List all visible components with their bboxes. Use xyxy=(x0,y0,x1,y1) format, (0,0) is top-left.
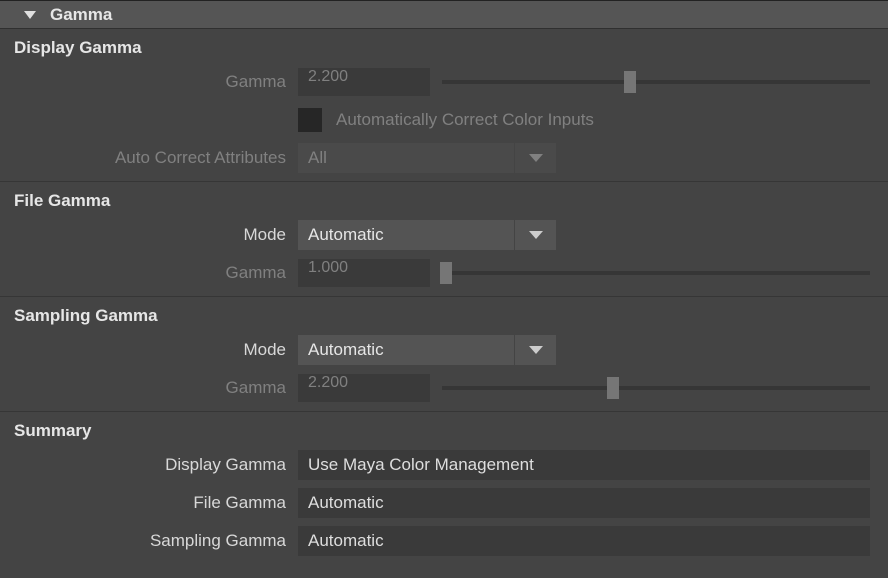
auto-correct-attrs-label: Auto Correct Attributes xyxy=(0,148,298,168)
summary-display-value: Use Maya Color Management xyxy=(298,450,870,480)
chevron-down-icon xyxy=(529,231,543,239)
file-gamma-mode-label: Mode xyxy=(0,225,298,245)
slider-thumb[interactable] xyxy=(607,377,619,399)
slider-thumb[interactable] xyxy=(624,71,636,93)
dropdown-button[interactable] xyxy=(514,335,556,365)
gamma-section-header[interactable]: Gamma xyxy=(0,0,888,29)
section-title: Gamma xyxy=(50,5,112,25)
display-gamma-slider[interactable] xyxy=(442,68,870,96)
chevron-down-icon xyxy=(24,11,36,19)
file-gamma-slider[interactable] xyxy=(442,259,870,287)
file-gamma-mode-row: Mode Automatic xyxy=(0,216,888,254)
dropdown-value: Automatic xyxy=(308,340,514,360)
auto-correct-checkbox-label: Automatically Correct Color Inputs xyxy=(336,110,594,130)
summary-file-row: File Gamma Automatic xyxy=(0,484,888,522)
sampling-gamma-mode-dropdown[interactable]: Automatic xyxy=(298,335,556,365)
sampling-gamma-group-label: Sampling Gamma xyxy=(0,297,888,331)
slider-track xyxy=(442,386,870,390)
summary-sampling-row: Sampling Gamma Automatic xyxy=(0,522,888,560)
dropdown-value: Automatic xyxy=(308,225,514,245)
sampling-gamma-gamma-row: Gamma 2.200 xyxy=(0,369,888,407)
slider-track xyxy=(442,271,870,275)
summary-group-label: Summary xyxy=(0,412,888,446)
file-gamma-value-field[interactable]: 1.000 xyxy=(298,259,430,287)
display-gamma-group-label: Display Gamma xyxy=(0,29,888,63)
auto-correct-checkbox[interactable] xyxy=(298,108,322,132)
slider-thumb[interactable] xyxy=(440,262,452,284)
sampling-gamma-mode-row: Mode Automatic xyxy=(0,331,888,369)
slider-track xyxy=(442,80,870,84)
summary-file-value: Automatic xyxy=(298,488,870,518)
auto-correct-attrs-row: Auto Correct Attributes All xyxy=(0,139,888,177)
gamma-settings-panel: { "section_title": "Gamma", "display_gam… xyxy=(0,0,888,578)
sampling-gamma-gamma-label: Gamma xyxy=(0,378,298,398)
chevron-down-icon xyxy=(529,346,543,354)
display-gamma-gamma-row: Gamma 2.200 xyxy=(0,63,888,101)
display-gamma-gamma-label: Gamma xyxy=(0,72,298,92)
auto-correct-colors-row: Automatically Correct Color Inputs xyxy=(0,101,888,139)
file-gamma-gamma-row: Gamma 1.000 xyxy=(0,254,888,292)
file-gamma-group-label: File Gamma xyxy=(0,182,888,216)
dropdown-button[interactable] xyxy=(514,143,556,173)
dropdown-value: All xyxy=(308,148,514,168)
sampling-gamma-value-field[interactable]: 2.200 xyxy=(298,374,430,402)
summary-sampling-label: Sampling Gamma xyxy=(0,531,298,551)
summary-display-label: Display Gamma xyxy=(0,455,298,475)
dropdown-button[interactable] xyxy=(514,220,556,250)
display-gamma-value-field[interactable]: 2.200 xyxy=(298,68,430,96)
summary-file-label: File Gamma xyxy=(0,493,298,513)
summary-sampling-value: Automatic xyxy=(298,526,870,556)
chevron-down-icon xyxy=(529,154,543,162)
sampling-gamma-mode-label: Mode xyxy=(0,340,298,360)
summary-display-row: Display Gamma Use Maya Color Management xyxy=(0,446,888,484)
file-gamma-mode-dropdown[interactable]: Automatic xyxy=(298,220,556,250)
auto-correct-attrs-dropdown[interactable]: All xyxy=(298,143,556,173)
file-gamma-gamma-label: Gamma xyxy=(0,263,298,283)
sampling-gamma-slider[interactable] xyxy=(442,374,870,402)
